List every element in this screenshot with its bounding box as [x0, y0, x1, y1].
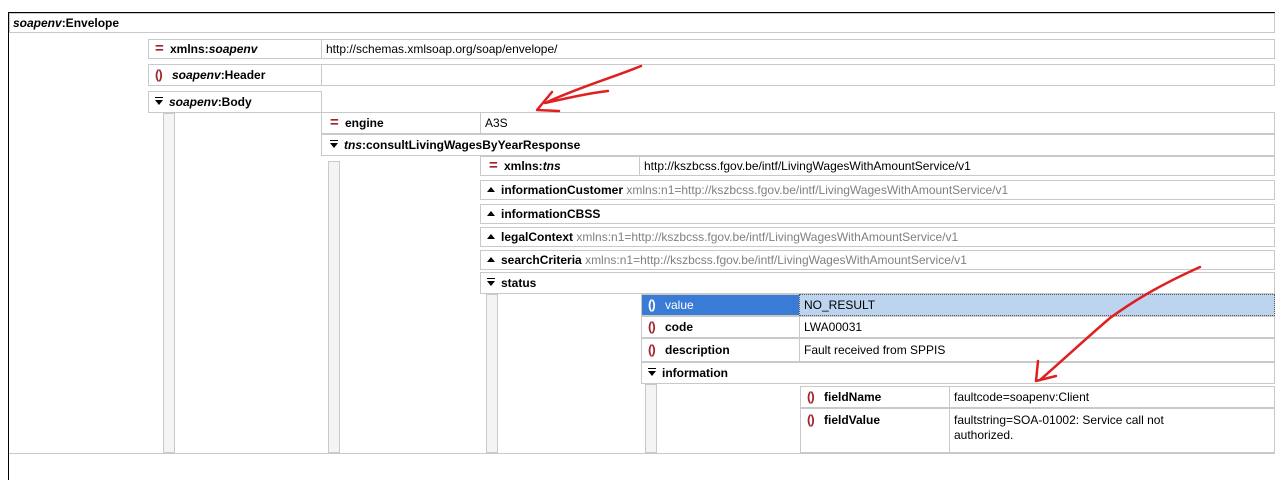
collapse-arrow-icon[interactable]: [487, 278, 497, 288]
expand-arrow-icon[interactable]: [487, 257, 495, 262]
annotation-arrow-engine-head: [535, 90, 561, 113]
attribute-icon: =: [489, 157, 498, 174]
information-spine: [645, 384, 657, 453]
element-icon: (): [648, 297, 656, 312]
collapse-arrow-icon[interactable]: [330, 140, 340, 150]
legal-context-attr: xmlns:n1=http://kszbcss.fgov.be/intf/Liv…: [576, 230, 959, 244]
information-customer-attr: xmlns:n1=http://kszbcss.fgov.be/intf/Liv…: [626, 183, 1009, 197]
xmlns-soapenv-label: = xmlns:soapenv: [155, 40, 258, 57]
body-label: soapenv:Body: [155, 95, 252, 109]
body-spine: [328, 161, 340, 453]
expand-arrow-icon[interactable]: [487, 187, 495, 192]
search-criteria-label: searchCriteria xmlns:n1=http://kszbcss.f…: [487, 253, 967, 267]
status-description-label: () description: [648, 342, 730, 358]
field-value-value: faultstring=SOA-01002: Service call not …: [954, 413, 1164, 442]
header-label: () soapenv:Header: [155, 67, 266, 83]
status-description-value: Fault received from SPPIS: [804, 343, 946, 357]
status-description-row[interactable]: () description: [641, 338, 800, 362]
response-label: tns:consultLivingWagesByYearResponse: [330, 138, 580, 152]
status-value-cell[interactable]: NO_RESULT: [799, 294, 1275, 316]
legal-context-label: legalContext xmlns:n1=http://kszbcss.fgo…: [487, 230, 958, 244]
engine-label: = engine: [330, 114, 384, 131]
search-criteria-attr: xmlns:n1=http://kszbcss.fgov.be/intf/Liv…: [585, 253, 967, 267]
xmlns-tns-label: = xmlns:tns: [489, 157, 561, 174]
status-value-value: NO_RESULT: [804, 298, 876, 312]
collapse-arrow-icon[interactable]: [648, 368, 658, 378]
engine-value: A3S: [485, 116, 508, 130]
element-icon: (): [155, 67, 163, 82]
field-value-label: () fieldValue: [807, 412, 881, 428]
xmlns-soapenv-value: http://schemas.xmlsoap.org/soap/envelope…: [326, 42, 558, 56]
envelope-label: soapenv:Envelope: [13, 16, 120, 30]
field-name-row[interactable]: () fieldName: [800, 386, 950, 408]
field-name-cell[interactable]: faultcode=soapenv:Client: [949, 386, 1275, 408]
xmlns-soapenv-attr-row[interactable]: = xmlns:soapenv: [148, 39, 322, 59]
information-cbss-row[interactable]: informationCBSS: [480, 204, 1275, 224]
status-value-row[interactable]: () value: [641, 294, 800, 316]
field-value-row[interactable]: () fieldValue: [800, 408, 950, 453]
status-code-label: () code: [648, 319, 694, 335]
xmlns-tns-value-cell[interactable]: http://kszbcss.fgov.be/intf/LivingWagesW…: [639, 156, 1275, 176]
search-criteria-row[interactable]: searchCriteria xmlns:n1=http://kszbcss.f…: [480, 250, 1275, 270]
header-value-cell: [321, 64, 1275, 86]
field-name-value: faultcode=soapenv:Client: [954, 390, 1090, 404]
header-row[interactable]: () soapenv:Header: [148, 64, 322, 86]
status-code-row[interactable]: () code: [641, 316, 800, 338]
status-value-label: () value: [648, 297, 694, 313]
envelope-spine: [163, 113, 175, 453]
field-name-label: () fieldName: [807, 389, 882, 405]
information-row[interactable]: information: [641, 362, 1275, 384]
status-code-cell[interactable]: LWA00031: [799, 316, 1275, 338]
engine-attr-row[interactable]: = engine: [321, 112, 481, 134]
information-customer-row[interactable]: informationCustomer xmlns:n1=http://kszb…: [480, 180, 1275, 200]
status-spine: [486, 294, 498, 453]
information-customer-label: informationCustomer xmlns:n1=http://kszb…: [487, 183, 1008, 197]
xmlns-tns-value: http://kszbcss.fgov.be/intf/LivingWagesW…: [644, 159, 971, 173]
attribute-icon: =: [330, 114, 339, 131]
legal-context-row[interactable]: legalContext xmlns:n1=http://kszbcss.fgo…: [480, 227, 1275, 247]
response-row[interactable]: tns:consultLivingWagesByYearResponse: [321, 134, 1275, 156]
element-icon: (): [807, 412, 815, 427]
status-label: status: [487, 276, 536, 290]
envelope-row[interactable]: soapenv:Envelope: [9, 13, 1275, 33]
xmlns-tns-attr-row[interactable]: = xmlns:tns: [480, 156, 640, 176]
xmlns-soapenv-value-cell[interactable]: http://schemas.xmlsoap.org/soap/envelope…: [321, 39, 1275, 59]
status-code-value: LWA00031: [804, 320, 863, 334]
element-icon: (): [807, 389, 815, 404]
expand-arrow-icon[interactable]: [487, 234, 495, 239]
element-icon: (): [648, 342, 656, 357]
attribute-icon: =: [155, 40, 164, 57]
engine-value-cell[interactable]: A3S: [480, 112, 1275, 134]
frame-bottom-divider: [9, 453, 1275, 454]
status-row[interactable]: status: [480, 272, 1275, 294]
field-value-cell[interactable]: faultstring=SOA-01002: Service call not …: [949, 408, 1275, 453]
body-row[interactable]: soapenv:Body: [148, 91, 322, 113]
collapse-arrow-icon[interactable]: [155, 97, 165, 107]
information-label: information: [648, 366, 728, 380]
expand-arrow-icon[interactable]: [487, 211, 495, 216]
status-description-cell[interactable]: Fault received from SPPIS: [799, 338, 1275, 362]
element-icon: (): [648, 319, 656, 334]
frame-left-border: [8, 12, 9, 480]
information-cbss-label: informationCBSS: [487, 207, 600, 221]
